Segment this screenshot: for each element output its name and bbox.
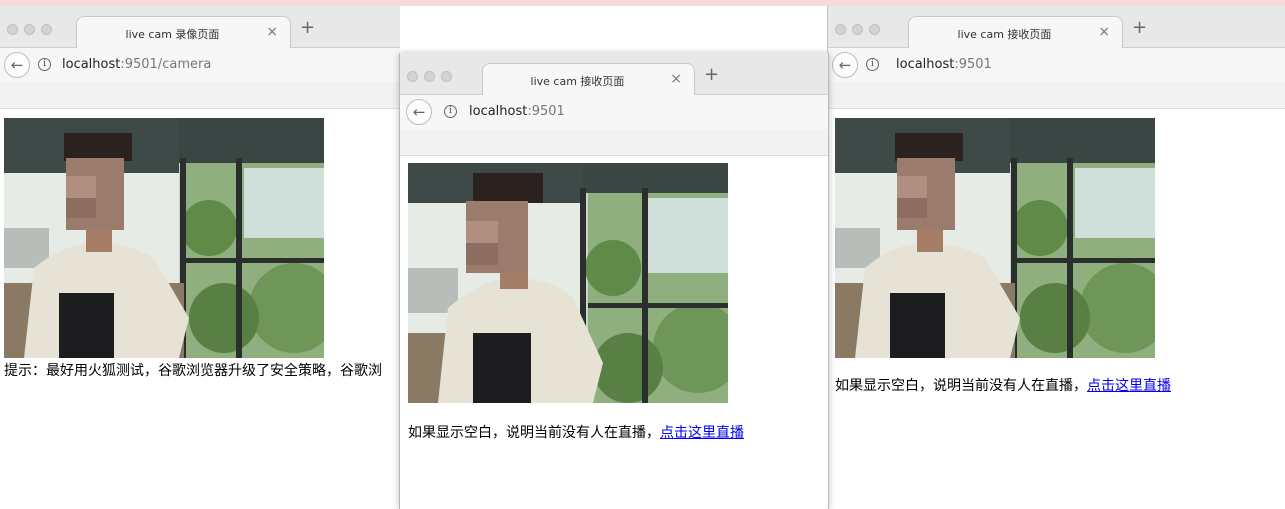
back-arrow-icon[interactable]: ←: [406, 99, 432, 125]
browser-window-receive-middle: live cam 接收页面 × + ← i localhost:9501 如果显…: [399, 53, 829, 509]
tab-bar: live cam 录像页面 × +: [0, 6, 400, 48]
close-tab-icon[interactable]: ×: [1098, 24, 1110, 40]
close-window-button[interactable]: [407, 71, 418, 82]
minimize-window-button[interactable]: [852, 24, 863, 35]
bookmarks-bar: [400, 129, 828, 156]
zoom-window-button[interactable]: [869, 24, 880, 35]
info-icon[interactable]: i: [38, 58, 51, 71]
tab-title: live cam 录像页面: [125, 28, 220, 41]
live-video: [835, 118, 1155, 358]
url-host: localhost: [469, 104, 528, 119]
hint-text: 如果显示空白，说明当前没有人在直播，点击这里直播: [835, 375, 1171, 395]
new-tab-icon[interactable]: +: [300, 19, 315, 37]
browser-window-camera: live cam 录像页面 × + ← i localhost:9501/cam…: [0, 6, 400, 509]
close-tab-icon[interactable]: ×: [266, 24, 278, 40]
close-window-button[interactable]: [835, 24, 846, 35]
new-tab-icon[interactable]: +: [704, 66, 719, 84]
hint-text: 如果显示空白，说明当前没有人在直播，点击这里直播: [408, 422, 744, 442]
bookmarks-bar: [828, 82, 1285, 109]
camera-video: [4, 118, 324, 358]
new-tab-icon[interactable]: +: [1132, 19, 1147, 37]
tab-receive[interactable]: live cam 接收页面 ×: [482, 63, 695, 95]
tab-bar: live cam 接收页面 × +: [400, 53, 828, 95]
window-controls: [7, 20, 58, 39]
page-content: 如果显示空白，说明当前没有人在直播，点击这里直播: [828, 109, 1285, 509]
address-bar[interactable]: localhost:9501: [469, 104, 565, 119]
close-tab-icon[interactable]: ×: [670, 71, 682, 87]
url-path: :9501: [527, 104, 565, 119]
info-icon[interactable]: i: [866, 58, 879, 71]
window-controls: [835, 20, 886, 39]
navigation-bar: ← i localhost:9501: [400, 95, 828, 130]
bookmarks-bar: [0, 82, 400, 109]
tab-camera[interactable]: live cam 录像页面 ×: [76, 16, 291, 48]
back-arrow-icon[interactable]: ←: [832, 52, 858, 78]
address-bar[interactable]: localhost:9501/camera: [62, 57, 211, 72]
url-path: :9501/camera: [120, 57, 212, 72]
tab-receive[interactable]: live cam 接收页面 ×: [908, 16, 1123, 48]
live-video: [408, 163, 728, 403]
start-live-link[interactable]: 点击这里直播: [660, 425, 744, 441]
browser-window-receive-right: live cam 接收页面 × + ← i localhost:9501 如果显…: [827, 6, 1285, 509]
tab-bar: live cam 接收页面 × +: [828, 6, 1285, 48]
info-icon[interactable]: i: [444, 105, 457, 118]
url-host: localhost: [62, 57, 121, 72]
window-controls: [407, 67, 458, 86]
tab-title: live cam 接收页面: [530, 75, 625, 88]
address-bar[interactable]: localhost:9501: [896, 57, 992, 72]
hint-message: 如果显示空白，说明当前没有人在直播，: [835, 378, 1087, 394]
start-live-link[interactable]: 点击这里直播: [1087, 378, 1171, 394]
zoom-window-button[interactable]: [441, 71, 452, 82]
minimize-window-button[interactable]: [24, 24, 35, 35]
page-content: 如果显示空白，说明当前没有人在直播，点击这里直播: [400, 156, 828, 509]
page-content: 提示：最好用火狐测试，谷歌浏览器升级了安全策略，谷歌浏: [0, 109, 400, 509]
hint-text: 提示：最好用火狐测试，谷歌浏览器升级了安全策略，谷歌浏: [4, 363, 382, 379]
url-path: :9501: [954, 57, 992, 72]
zoom-window-button[interactable]: [41, 24, 52, 35]
navigation-bar: ← i localhost:9501: [828, 48, 1285, 83]
tab-title: live cam 接收页面: [957, 28, 1052, 41]
back-arrow-icon[interactable]: ←: [4, 52, 30, 78]
hint-message: 如果显示空白，说明当前没有人在直播，: [408, 425, 660, 441]
close-window-button[interactable]: [7, 24, 18, 35]
navigation-bar: ← i localhost:9501/camera: [0, 48, 400, 83]
minimize-window-button[interactable]: [424, 71, 435, 82]
url-host: localhost: [896, 57, 955, 72]
